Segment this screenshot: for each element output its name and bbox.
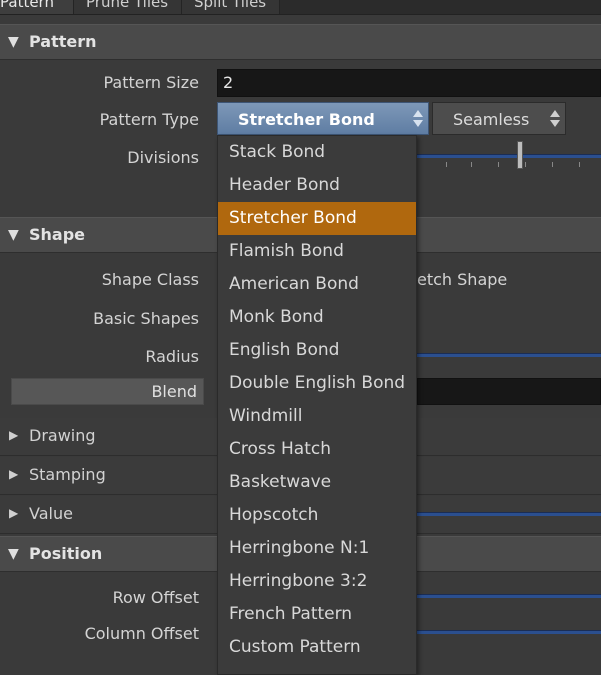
divisions-tick-marks [440, 162, 601, 168]
tab-split-tiles[interactable]: Split Tiles [182, 0, 280, 14]
collapsed-triangle-icon: ▶ [9, 467, 19, 481]
blend-field[interactable] [417, 378, 601, 405]
dropdown-option-hopscotch[interactable]: Hopscotch [218, 499, 416, 532]
dropdown-option-cross-hatch[interactable]: Cross Hatch [218, 433, 416, 466]
shape-class-label: Shape Class [101, 270, 199, 289]
tab-bar: Pattern Prune Tiles Split Tiles [0, 0, 601, 15]
spinner-arrows-icon [412, 108, 424, 130]
column-offset-label: Column Offset [84, 624, 199, 643]
expanded-triangle-icon: ▼ [8, 34, 19, 50]
pattern-size-field[interactable]: 2 [217, 69, 601, 97]
section-pattern-header[interactable]: ▼ Pattern [0, 24, 601, 60]
divisions-label: Divisions [127, 148, 199, 167]
collapsed-triangle-icon: ▶ [9, 428, 19, 442]
seamless-combo[interactable]: Seamless [432, 102, 566, 135]
pattern-type-combo[interactable]: Stretcher Bond [217, 102, 429, 135]
dropdown-option-flamish-bond[interactable]: Flamish Bond [218, 235, 416, 268]
expanded-triangle-icon: ▼ [8, 546, 19, 562]
blend-label-box: Blend [11, 378, 204, 405]
divisions-slider-track[interactable] [417, 154, 601, 158]
dropdown-option-american-bond[interactable]: American Bond [218, 268, 416, 301]
dropdown-option-double-english-bond[interactable]: Double English Bond [218, 367, 416, 400]
basic-shapes-label: Basic Shapes [93, 309, 199, 328]
dropdown-option-english-bond[interactable]: English Bond [218, 334, 416, 367]
dropdown-option-herringbone-32[interactable]: Herringbone 3:2 [218, 565, 416, 598]
pattern-size-label: Pattern Size [103, 73, 200, 92]
value-slider-track[interactable] [417, 512, 601, 516]
dropdown-option-monk-bond[interactable]: Monk Bond [218, 301, 416, 334]
dropdown-option-french-pattern[interactable]: French Pattern [218, 598, 416, 631]
pattern-type-label: Pattern Type [99, 110, 199, 129]
spinner-arrows-icon [549, 108, 561, 130]
tab-pattern[interactable]: Pattern [0, 0, 74, 14]
dropdown-option-windmill[interactable]: Windmill [218, 400, 416, 433]
shape-class-value[interactable]: etch Shape [417, 270, 507, 289]
radius-slider-track[interactable] [417, 353, 601, 357]
row-offset-slider-track[interactable] [417, 594, 601, 598]
dropdown-option-herringbone-n1[interactable]: Herringbone N:1 [218, 532, 416, 565]
row-offset-label: Row Offset [112, 588, 199, 607]
dropdown-option-header-bond[interactable]: Header Bond [218, 169, 416, 202]
dropdown-option-stretcher-bond[interactable]: Stretcher Bond [218, 202, 416, 235]
tab-prune-tiles[interactable]: Prune Tiles [74, 0, 182, 14]
radius-label: Radius [145, 347, 199, 366]
column-offset-slider-track[interactable] [417, 630, 601, 634]
pattern-type-dropdown: Stack Bond Header Bond Stretcher Bond Fl… [217, 135, 417, 675]
expanded-triangle-icon: ▼ [8, 227, 19, 243]
dropdown-option-custom-pattern[interactable]: Custom Pattern [218, 631, 416, 664]
dropdown-option-basketwave[interactable]: Basketwave [218, 466, 416, 499]
collapsed-triangle-icon: ▶ [9, 506, 19, 520]
dropdown-option-stack-bond[interactable]: Stack Bond [218, 136, 416, 169]
